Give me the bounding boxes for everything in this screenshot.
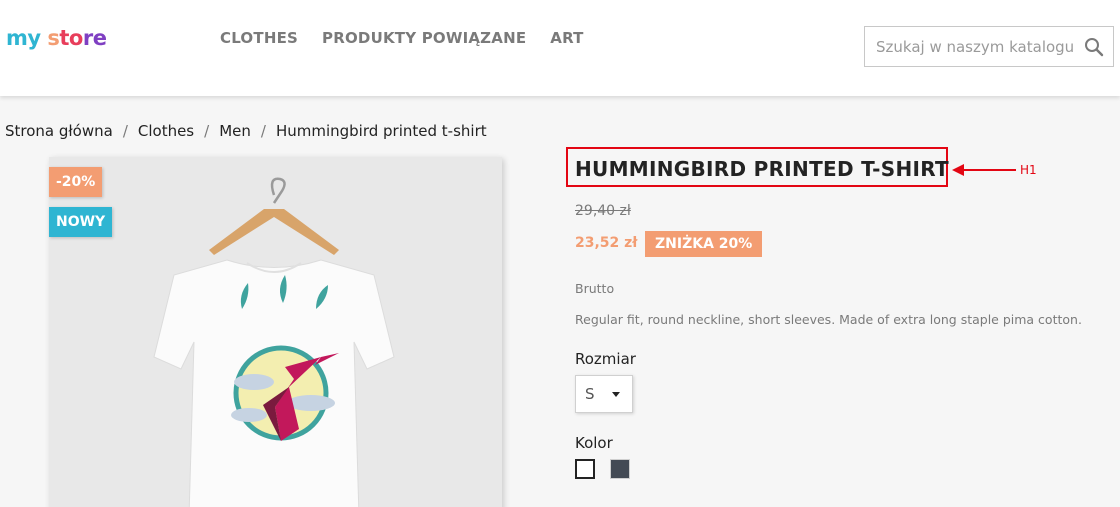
size-selected-value: S bbox=[585, 385, 595, 403]
size-label: Rozmiar bbox=[575, 350, 636, 368]
nav-item-clothes[interactable]: CLOTHES bbox=[220, 29, 298, 47]
nav-item-art[interactable]: ART bbox=[550, 29, 583, 47]
breadcrumb-men[interactable]: Men bbox=[219, 122, 251, 140]
main-nav: CLOTHES PRODUKTY POWIĄZANE ART bbox=[220, 29, 584, 47]
product-description: Regular fit, round neckline, short sleev… bbox=[575, 312, 1082, 327]
current-price: 23,52 zł bbox=[575, 235, 638, 251]
chevron-down-icon bbox=[612, 392, 620, 397]
search-input[interactable] bbox=[865, 27, 1077, 66]
discount-tag: ZNIŻKA 20% bbox=[645, 231, 763, 257]
product-image[interactable] bbox=[49, 157, 502, 507]
search-box bbox=[864, 26, 1114, 67]
color-swatch-white[interactable] bbox=[575, 459, 595, 479]
nav-item-related-products[interactable]: PRODUKTY POWIĄZANE bbox=[322, 29, 526, 47]
store-logo[interactable]: my store bbox=[6, 26, 107, 50]
annotation-label: H1 bbox=[1020, 163, 1037, 177]
annotation-arrow-icon bbox=[952, 164, 1016, 176]
breadcrumb-separator: / bbox=[260, 122, 266, 140]
discount-badge: -20% bbox=[49, 167, 103, 197]
new-badge: NOWY bbox=[49, 207, 113, 237]
regular-price: 29,40 zł bbox=[575, 203, 631, 219]
site-header: my store CLOTHES PRODUKTY POWIĄZANE ART bbox=[0, 0, 1120, 96]
color-label: Kolor bbox=[575, 434, 613, 452]
breadcrumb-separator: / bbox=[122, 122, 128, 140]
tshirt-illustration bbox=[49, 157, 502, 507]
breadcrumb-current: Hummingbird printed t-shirt bbox=[275, 122, 487, 140]
breadcrumb-separator: / bbox=[204, 122, 210, 140]
search-icon[interactable] bbox=[1084, 37, 1104, 57]
breadcrumb-home[interactable]: Strona główna bbox=[5, 122, 113, 140]
size-select[interactable]: S bbox=[575, 375, 633, 413]
tax-label: Brutto bbox=[575, 281, 615, 296]
breadcrumb: Strona główna / Clothes / Men / Hummingb… bbox=[5, 122, 487, 140]
product-title: HUMMINGBIRD PRINTED T-SHIRT bbox=[575, 157, 949, 181]
breadcrumb-clothes[interactable]: Clothes bbox=[138, 122, 194, 140]
color-swatch-black[interactable] bbox=[610, 459, 630, 479]
